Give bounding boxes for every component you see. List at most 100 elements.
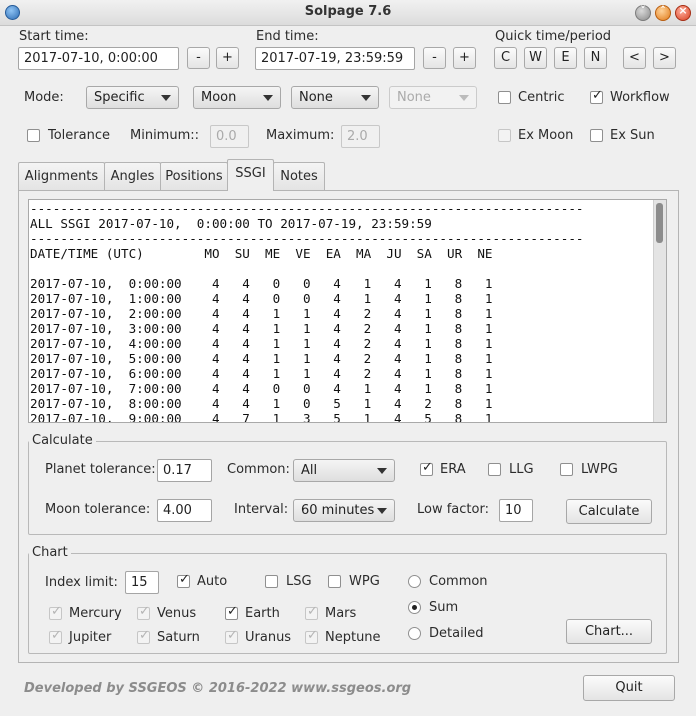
checkmark-icon: ✓ bbox=[307, 628, 318, 643]
workflow-checkbox[interactable]: ✓ bbox=[590, 88, 603, 104]
third-body-combo-value: None bbox=[397, 90, 431, 105]
tab-positions[interactable]: Positions bbox=[160, 162, 228, 190]
close-icon[interactable]: × bbox=[675, 4, 691, 21]
body-combo-value: Moon bbox=[201, 90, 237, 105]
developer-credit: Developed by SSGEOS © 2016-2022 www.ssge… bbox=[24, 681, 412, 696]
calculate-group-title: Calculate bbox=[29, 433, 96, 448]
chevron-down-icon bbox=[263, 95, 273, 101]
tab-notes[interactable]: Notes bbox=[273, 162, 325, 190]
moon-tolerance-label: Moon tolerance: bbox=[45, 502, 151, 517]
maximize-icon[interactable]: ˄ bbox=[655, 4, 671, 21]
mercury-checkbox: ✓ bbox=[49, 604, 62, 620]
quit-button[interactable]: Quit bbox=[583, 675, 675, 701]
saturn-label: Saturn bbox=[157, 630, 200, 645]
end-time-field[interactable]: 2017-07-19, 23:59:59 bbox=[255, 47, 415, 70]
start-time-field[interactable]: 2017-07-10, 0:00:00 bbox=[18, 47, 179, 70]
detailed-radio-label: Detailed bbox=[429, 626, 484, 641]
quick-next-button[interactable]: > bbox=[653, 47, 676, 69]
detailed-radio[interactable] bbox=[408, 627, 421, 640]
minimize-icon[interactable]: ˅ bbox=[635, 4, 651, 21]
maximum-label: Maximum: bbox=[266, 128, 335, 143]
calculate-button[interactable]: Calculate bbox=[566, 499, 652, 524]
end-time-plus-button[interactable]: + bbox=[453, 47, 476, 69]
chevron-down-icon bbox=[361, 95, 371, 101]
start-time-label: Start time: bbox=[19, 29, 89, 44]
end-time-minus-button[interactable]: - bbox=[423, 47, 446, 69]
centric-label: Centric bbox=[518, 90, 565, 105]
index-limit-field[interactable]: 15 bbox=[125, 571, 159, 594]
quick-w-button[interactable]: W bbox=[524, 47, 547, 69]
ex-moon-label: Ex Moon bbox=[518, 128, 574, 143]
uranus-checkbox: ✓ bbox=[225, 628, 238, 644]
minimum-label: Minimum:: bbox=[130, 128, 200, 143]
interval-combo[interactable]: 60 minutes bbox=[293, 499, 395, 522]
era-checkbox[interactable]: ✓ bbox=[420, 460, 433, 476]
maximum-field: 2.0 bbox=[341, 125, 380, 148]
auto-checkbox[interactable]: ✓ bbox=[177, 572, 190, 588]
tab-ssgi[interactable]: SSGI bbox=[227, 159, 274, 191]
checkmark-icon: ✓ bbox=[422, 460, 433, 475]
index-limit-label: Index limit: bbox=[45, 575, 118, 590]
lsg-label: LSG bbox=[286, 574, 312, 589]
quick-n-button[interactable]: N bbox=[584, 47, 607, 69]
common-radio[interactable] bbox=[408, 575, 421, 588]
window-title: Solpage 7.6 bbox=[304, 4, 392, 19]
mode-combo[interactable]: Specific bbox=[86, 86, 179, 109]
ssgi-output-textarea[interactable]: ----------------------------------------… bbox=[28, 199, 667, 423]
checkmark-icon: ✓ bbox=[139, 604, 150, 619]
low-factor-field[interactable]: 10 bbox=[499, 499, 533, 522]
planet-tolerance-field[interactable]: 0.17 bbox=[157, 459, 212, 482]
quick-c-button[interactable]: C bbox=[494, 47, 517, 69]
chevron-down-icon bbox=[459, 95, 469, 101]
body-combo[interactable]: Moon bbox=[193, 86, 281, 109]
wpg-checkbox[interactable] bbox=[328, 575, 341, 588]
quick-time-label: Quick time/period bbox=[495, 29, 612, 44]
tab-angles[interactable]: Angles bbox=[104, 162, 161, 190]
checkmark-icon: ✓ bbox=[592, 88, 603, 103]
tolerance-label: Tolerance bbox=[48, 128, 110, 143]
ex-sun-label: Ex Sun bbox=[610, 128, 655, 143]
jupiter-label: Jupiter bbox=[69, 630, 112, 645]
low-factor-label: Low factor: bbox=[417, 502, 489, 517]
output-scrollbar-thumb[interactable] bbox=[656, 203, 663, 243]
lsg-checkbox[interactable] bbox=[265, 575, 278, 588]
ex-sun-checkbox[interactable] bbox=[590, 129, 603, 142]
era-label: ERA bbox=[440, 462, 466, 477]
earth-checkbox[interactable]: ✓ bbox=[225, 604, 238, 620]
tolerance-checkbox[interactable] bbox=[27, 129, 40, 142]
mars-label: Mars bbox=[325, 606, 357, 621]
start-time-minus-button[interactable]: - bbox=[187, 47, 210, 69]
planet-tolerance-label: Planet tolerance: bbox=[45, 462, 156, 477]
common-combo[interactable]: All bbox=[293, 459, 395, 482]
tab-alignments[interactable]: Alignments bbox=[18, 162, 105, 190]
quick-e-button[interactable]: E bbox=[554, 47, 577, 69]
sum-radio-label: Sum bbox=[429, 600, 459, 615]
sum-radio[interactable] bbox=[408, 601, 421, 614]
llg-checkbox[interactable] bbox=[488, 463, 501, 476]
chart-button[interactable]: Chart... bbox=[566, 619, 652, 644]
centric-checkbox[interactable] bbox=[498, 91, 511, 104]
llg-label: LLG bbox=[509, 462, 534, 477]
start-time-plus-button[interactable]: + bbox=[216, 47, 239, 69]
checkmark-icon: ✓ bbox=[307, 604, 318, 619]
checkmark-icon: ✓ bbox=[139, 628, 150, 643]
ex-moon-checkbox bbox=[498, 129, 511, 142]
second-body-combo-value: None bbox=[299, 90, 333, 105]
mercury-label: Mercury bbox=[69, 606, 122, 621]
neptune-label: Neptune bbox=[325, 630, 381, 645]
checkmark-icon: ✓ bbox=[51, 604, 62, 619]
common-radio-label: Common bbox=[429, 574, 488, 589]
interval-label: Interval: bbox=[234, 502, 289, 517]
common-combo-value: All bbox=[301, 463, 318, 478]
checkmark-icon: ✓ bbox=[179, 572, 190, 587]
chevron-down-icon bbox=[161, 95, 171, 101]
venus-label: Venus bbox=[157, 606, 197, 621]
minimum-field: 0.0 bbox=[210, 125, 249, 148]
uranus-label: Uranus bbox=[245, 630, 292, 645]
quick-prev-button[interactable]: < bbox=[623, 47, 646, 69]
lwpg-checkbox[interactable] bbox=[560, 463, 573, 476]
workflow-label: Workflow bbox=[610, 90, 670, 105]
moon-tolerance-field[interactable]: 4.00 bbox=[157, 499, 212, 522]
second-body-combo[interactable]: None bbox=[291, 86, 379, 109]
earth-label: Earth bbox=[245, 606, 280, 621]
